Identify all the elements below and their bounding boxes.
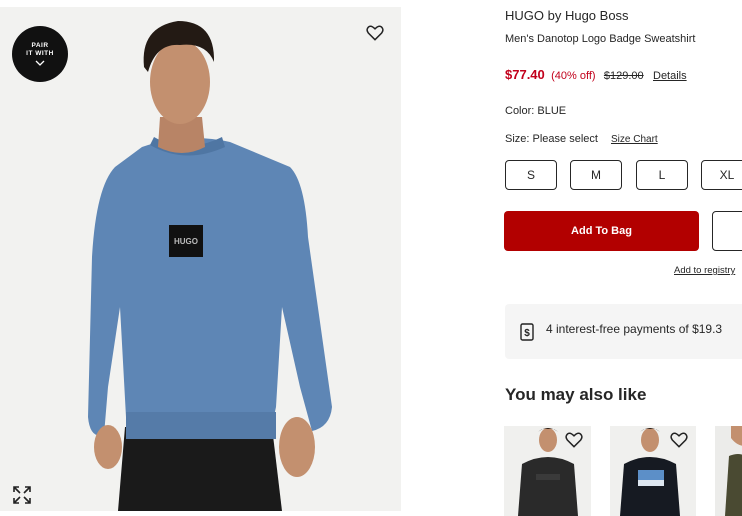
color-row: Color: BLUE — [505, 105, 566, 117]
size-button-m[interactable]: M — [570, 160, 622, 190]
color-label: Color: — [505, 105, 535, 117]
payments-banner[interactable]: $ 4 interest-free payments of $19.3 — [505, 304, 742, 359]
expand-icon[interactable] — [12, 485, 32, 505]
heart-icon[interactable] — [564, 430, 584, 450]
recommendation-image — [715, 426, 742, 516]
size-button-s[interactable]: S — [505, 160, 557, 190]
product-photo: HUGO — [0, 7, 401, 511]
heart-icon[interactable] — [669, 430, 689, 450]
price-discount: (40% off) — [551, 70, 596, 82]
heart-icon[interactable] — [365, 23, 385, 43]
price-row: $77.40 (40% off) $129.00 Details — [505, 67, 687, 82]
add-to-registry-link[interactable]: Add to registry — [674, 265, 735, 276]
product-name: Men's Danotop Logo Badge Sweatshirt — [505, 33, 696, 45]
add-to-bag-button[interactable]: Add To Bag — [504, 211, 699, 251]
color-value: BLUE — [537, 105, 567, 117]
payments-text: 4 interest-free payments of $19.3 — [546, 322, 723, 336]
recommendation-card[interactable] — [610, 426, 696, 516]
size-row: Size: Please select Size Chart — [505, 133, 658, 145]
details-link[interactable]: Details — [653, 70, 687, 82]
secondary-action-button[interactable] — [712, 211, 742, 251]
you-may-also-like-title: You may also like — [505, 385, 647, 404]
product-main-image[interactable]: HUGO PAIR IT WITH — [0, 7, 401, 511]
shirt-logo-text: HUGO — [174, 237, 198, 246]
size-button-l[interactable]: L — [636, 160, 688, 190]
price-current: $77.40 — [505, 67, 545, 82]
pair-it-with-button[interactable]: PAIR IT WITH — [12, 26, 68, 82]
recommendation-card[interactable] — [715, 426, 742, 516]
recommendation-card[interactable] — [504, 426, 591, 516]
size-button-xl[interactable]: XL — [701, 160, 742, 190]
pair-chevron-icon — [35, 60, 45, 66]
dollar-tag-icon: $ — [520, 323, 534, 341]
size-chart-link[interactable]: Size Chart — [611, 134, 658, 145]
pair-badge-line2: IT WITH — [26, 50, 54, 57]
product-brand[interactable]: HUGO by Hugo Boss — [505, 8, 629, 23]
size-label: Size: Please select — [505, 133, 598, 145]
pair-badge-line1: PAIR — [31, 42, 49, 49]
price-original: $129.00 — [603, 70, 644, 82]
svg-text:$: $ — [524, 328, 530, 339]
